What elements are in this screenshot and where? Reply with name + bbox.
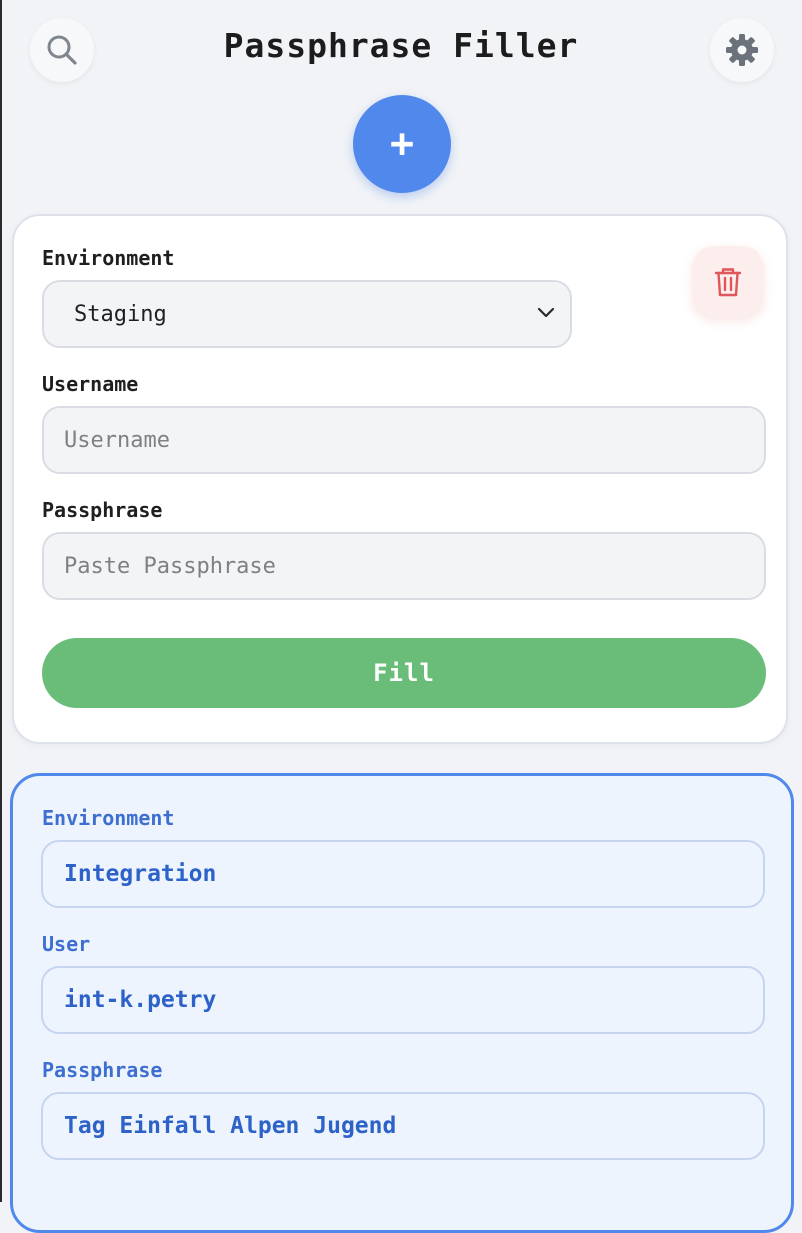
plus-icon: + xyxy=(389,121,415,167)
page-title: Passphrase Filler xyxy=(223,26,579,65)
window-edge xyxy=(0,0,2,1202)
entry-passphrase-value: Tag Einfall Alpen Jugend xyxy=(41,1092,765,1160)
entry-user-label: User xyxy=(42,932,91,956)
username-input[interactable] xyxy=(42,406,766,474)
environment-label: Environment xyxy=(42,246,175,270)
saved-entry-card[interactable]: Environment Integration User int-k.petry… xyxy=(10,773,794,1233)
passphrase-label: Passphrase xyxy=(42,498,163,522)
entry-user-value: int-k.petry xyxy=(41,966,765,1034)
entry-passphrase-label: Passphrase xyxy=(42,1058,163,1082)
chevron-down-icon xyxy=(537,307,555,318)
add-entry-button[interactable]: + xyxy=(353,95,451,193)
new-entry-form: Environment Staging Username Passphrase … xyxy=(12,214,788,744)
trash-icon xyxy=(714,268,742,297)
environment-select[interactable]: Staging xyxy=(42,280,572,348)
passphrase-input[interactable] xyxy=(42,532,766,600)
entry-environment-label: Environment xyxy=(42,806,175,830)
settings-button[interactable] xyxy=(710,18,774,82)
delete-button[interactable] xyxy=(692,246,764,318)
environment-select-value: Staging xyxy=(74,301,167,327)
fill-button[interactable]: Fill xyxy=(42,638,766,708)
username-label: Username xyxy=(42,372,139,396)
entry-environment-value: Integration xyxy=(41,840,765,908)
gear-icon xyxy=(726,34,758,66)
